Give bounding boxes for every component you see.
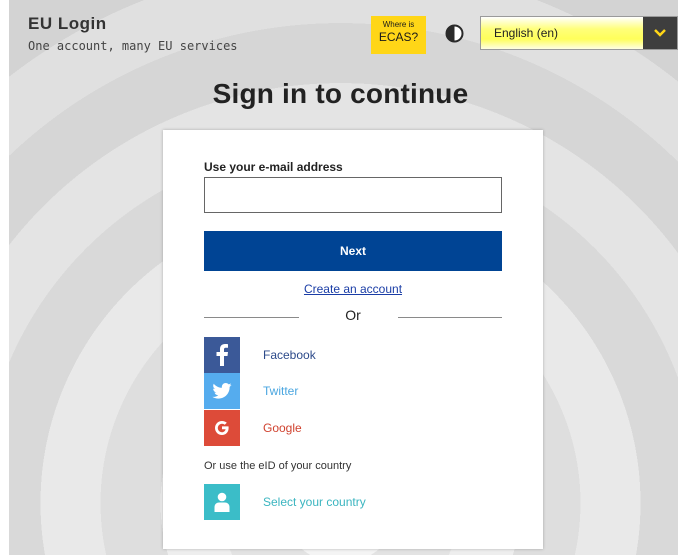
create-account-label[interactable]: Create an account: [304, 282, 402, 296]
ecas-small-label: Where is: [382, 20, 415, 29]
select-country-label[interactable]: Select your country: [263, 495, 366, 509]
twitter-icon[interactable]: [204, 373, 240, 409]
brand: EU Login One account, many EU services: [28, 14, 238, 55]
language-selected-value: English (en): [494, 26, 559, 40]
google-login[interactable]: Google: [204, 410, 454, 446]
bottom-edge: [0, 555, 681, 559]
next-button[interactable]: Next: [204, 231, 502, 271]
eid-prompt: Or use the eID of your country: [204, 460, 352, 472]
twitter-label[interactable]: Twitter: [263, 384, 298, 398]
facebook-label[interactable]: Facebook: [263, 348, 316, 362]
where-is-ecas-button[interactable]: Where is ECAS?: [371, 16, 426, 54]
ecas-big-label: ECAS?: [378, 30, 419, 44]
google-icon[interactable]: [204, 410, 240, 446]
chevron-down-icon[interactable]: [643, 17, 677, 49]
email-label: Use your e-mail address: [204, 160, 343, 174]
facebook-icon[interactable]: [204, 337, 240, 373]
create-account-link[interactable]: Create an account: [163, 282, 543, 296]
person-icon[interactable]: [204, 484, 240, 520]
twitter-login[interactable]: Twitter: [204, 373, 454, 409]
divider-line-right: [398, 317, 502, 318]
brand-title: EU Login: [28, 14, 107, 33]
login-card: Use your e-mail address Next Create an a…: [163, 130, 543, 549]
email-input[interactable]: [204, 177, 502, 213]
language-select[interactable]: English (en): [480, 16, 678, 50]
select-country-login[interactable]: Select your country: [204, 484, 454, 520]
page-title: Sign in to continue: [212, 78, 469, 109]
google-label[interactable]: Google: [263, 421, 302, 435]
facebook-login[interactable]: Facebook: [204, 337, 454, 373]
or-text: Or: [345, 307, 361, 323]
brand-tagline: One account, many EU services: [28, 39, 238, 53]
or-divider: Or: [204, 305, 502, 325]
contrast-toggle-icon[interactable]: [445, 24, 464, 43]
